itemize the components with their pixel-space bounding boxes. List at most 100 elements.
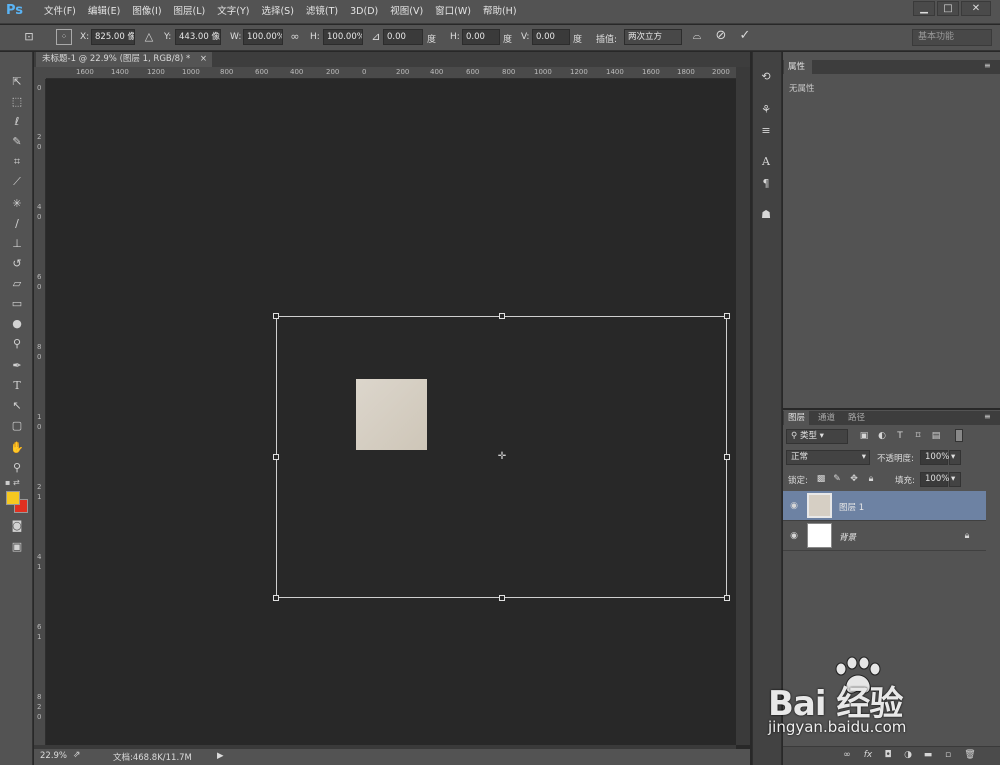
menu-help[interactable]: 帮助(H) bbox=[477, 0, 523, 24]
opacity-field[interactable]: 100% bbox=[920, 450, 949, 465]
add-mask-icon[interactable]: ◘ bbox=[881, 748, 895, 762]
shape-tool-icon[interactable]: ▢ bbox=[5, 417, 29, 435]
type-tool-icon[interactable]: T bbox=[5, 377, 29, 395]
gradient-tool-icon[interactable]: ▭ bbox=[5, 295, 29, 313]
lock-transparency-icon[interactable]: ▩ bbox=[815, 473, 827, 485]
lock-pixels-icon[interactable]: ✎ bbox=[831, 473, 843, 485]
move-tool-icon[interactable]: ⇱ bbox=[5, 73, 29, 91]
transform-handle-bottom-right[interactable] bbox=[724, 595, 730, 601]
dodge-tool-icon[interactable]: ⚲ bbox=[5, 335, 29, 353]
fill-dropdown-icon[interactable]: ▾ bbox=[949, 472, 961, 487]
blend-mode-select[interactable]: 正常 ▾ bbox=[786, 450, 870, 465]
healing-brush-tool-icon[interactable]: ✳ bbox=[5, 195, 29, 213]
cancel-transform-icon[interactable]: ⊘ bbox=[713, 29, 729, 43]
menu-window[interactable]: 窗口(W) bbox=[429, 0, 477, 24]
blur-tool-icon[interactable]: ● bbox=[5, 315, 29, 333]
filter-pixel-icon[interactable]: ▣ bbox=[858, 430, 870, 442]
link-icon[interactable]: ∞ bbox=[288, 30, 302, 44]
visibility-eye-icon[interactable]: ◉ bbox=[787, 499, 801, 513]
document-tab[interactable]: 未标题-1 @ 22.9% (图层 1, RGB/8) * × bbox=[36, 52, 212, 67]
zoom-level[interactable]: 22.9% bbox=[40, 751, 67, 761]
hskew-field[interactable]: 0.00 bbox=[462, 29, 500, 45]
layer-filter-select[interactable]: ⚲ 类型 ▾ bbox=[786, 429, 848, 444]
crop-tool-icon[interactable]: ⌗ bbox=[5, 153, 29, 171]
maximize-button[interactable]: □ bbox=[937, 1, 959, 16]
opacity-dropdown-icon[interactable]: ▾ bbox=[949, 450, 961, 465]
warp-mode-icon[interactable]: ⌓ bbox=[689, 29, 705, 43]
delete-layer-icon[interactable]: 🗑︎ bbox=[963, 748, 977, 762]
quick-select-tool-icon[interactable]: ✎ bbox=[5, 133, 29, 151]
layer-row-background[interactable]: ◉ 背景 🔒︎ bbox=[783, 521, 986, 551]
menu-layer[interactable]: 图层(L) bbox=[168, 0, 212, 24]
layers-panel-menu-icon[interactable]: ≡ bbox=[984, 412, 991, 421]
x-field[interactable]: 825.00 像素 bbox=[91, 29, 135, 45]
tab-channels[interactable]: 通道 bbox=[814, 411, 839, 425]
adjustment-layer-icon[interactable]: ◑ bbox=[901, 748, 915, 762]
reference-point-crosshair-icon[interactable]: ✛ bbox=[497, 452, 507, 462]
clone-stamp-tool-icon[interactable]: ⊥ bbox=[5, 235, 29, 253]
status-menu-arrow-icon[interactable]: ▶ bbox=[217, 751, 224, 761]
character-panel-icon[interactable]: A bbox=[754, 153, 778, 171]
paragraph-panel-icon[interactable]: ¶ bbox=[754, 175, 778, 193]
filter-adjustment-icon[interactable]: ◐ bbox=[876, 430, 888, 442]
minimize-button[interactable]: ▁ bbox=[913, 1, 935, 16]
swap-colors-icon[interactable]: ▪ ⇄ bbox=[5, 478, 29, 490]
export-icon[interactable]: ⇗ bbox=[73, 750, 81, 760]
zoom-tool-icon[interactable]: ⚲ bbox=[5, 459, 29, 477]
transform-handle-top-right[interactable] bbox=[724, 313, 730, 319]
transform-handle-bottom[interactable] bbox=[499, 595, 505, 601]
menu-select[interactable]: 选择(S) bbox=[255, 0, 299, 24]
relative-position-icon[interactable]: △ bbox=[143, 30, 155, 44]
actions-panel-icon[interactable]: ☗ bbox=[754, 206, 778, 224]
tab-layers[interactable]: 图层 bbox=[784, 411, 810, 425]
eyedropper-tool-icon[interactable]: ⟋ bbox=[5, 173, 29, 191]
transform-handle-top-left[interactable] bbox=[273, 313, 279, 319]
transform-handle-bottom-left[interactable] bbox=[273, 595, 279, 601]
workspace-select[interactable]: 基本功能 bbox=[912, 29, 992, 46]
hand-tool-icon[interactable]: ✋ bbox=[5, 439, 29, 457]
filter-shape-icon[interactable]: ⌑ bbox=[912, 430, 924, 442]
brush-tool-icon[interactable]: ∕ bbox=[5, 215, 29, 233]
brush-presets-icon[interactable]: ≡ bbox=[754, 122, 778, 140]
menu-edit[interactable]: 编辑(E) bbox=[82, 0, 126, 24]
lasso-tool-icon[interactable]: ℓ bbox=[5, 113, 29, 131]
width-field[interactable]: 100.00% bbox=[243, 29, 283, 45]
close-tab-icon[interactable]: × bbox=[200, 52, 207, 67]
filter-smart-object-icon[interactable]: ▤ bbox=[930, 430, 942, 442]
menu-filter[interactable]: 滤镜(T) bbox=[300, 0, 344, 24]
filter-toggle-switch[interactable] bbox=[955, 429, 963, 442]
transform-handle-top[interactable] bbox=[499, 313, 505, 319]
lock-position-icon[interactable]: ✥ bbox=[848, 473, 860, 485]
interpolation-select[interactable]: 两次立方 bbox=[624, 29, 682, 45]
brush-panel-icon[interactable]: ⚘ bbox=[754, 101, 778, 119]
transform-handle-left[interactable] bbox=[273, 454, 279, 460]
eraser-tool-icon[interactable]: ▱ bbox=[5, 275, 29, 293]
history-brush-tool-icon[interactable]: ↺ bbox=[5, 255, 29, 273]
height-field[interactable]: 100.00% bbox=[323, 29, 363, 45]
horizontal-ruler[interactable]: 1600 1400 1200 1000 800 600 400 200 0 20… bbox=[46, 67, 736, 79]
foreground-color-swatch[interactable] bbox=[6, 491, 20, 505]
layer-row-layer-1[interactable]: ◉ 图层 1 bbox=[783, 491, 986, 521]
menu-file[interactable]: 文件(F) bbox=[38, 0, 82, 24]
y-field[interactable]: 443.00 像素 bbox=[175, 29, 221, 45]
vskew-field[interactable]: 0.00 bbox=[532, 29, 570, 45]
close-window-button[interactable]: ✕ bbox=[961, 1, 991, 16]
visibility-eye-icon[interactable]: ◉ bbox=[787, 529, 801, 543]
menu-type[interactable]: 文字(Y) bbox=[211, 0, 255, 24]
panel-menu-icon[interactable]: ≡ bbox=[984, 61, 991, 70]
vertical-scrollbar[interactable] bbox=[736, 67, 750, 745]
tab-paths[interactable]: 路径 bbox=[844, 411, 869, 425]
screen-mode-icon[interactable]: ▣ bbox=[5, 538, 29, 556]
new-layer-icon[interactable]: ▫ bbox=[941, 748, 955, 762]
menu-3d[interactable]: 3D(D) bbox=[344, 0, 384, 24]
filter-type-icon[interactable]: T bbox=[894, 430, 906, 442]
new-group-icon[interactable]: ▬ bbox=[921, 748, 935, 762]
ruler-corner[interactable] bbox=[34, 67, 46, 79]
link-layers-icon[interactable]: ∞ bbox=[840, 748, 854, 762]
transform-handle-right[interactable] bbox=[724, 454, 730, 460]
tab-properties[interactable]: 属性 bbox=[784, 60, 812, 74]
history-panel-icon[interactable]: ⟲ bbox=[754, 68, 778, 86]
vertical-ruler[interactable]: 0 2 0 4 0 6 0 8 0 1 0 2 1 4 1 6 1 8 2 0 bbox=[34, 79, 46, 745]
pen-tool-icon[interactable]: ✒ bbox=[5, 357, 29, 375]
path-selection-tool-icon[interactable]: ↖ bbox=[5, 397, 29, 415]
